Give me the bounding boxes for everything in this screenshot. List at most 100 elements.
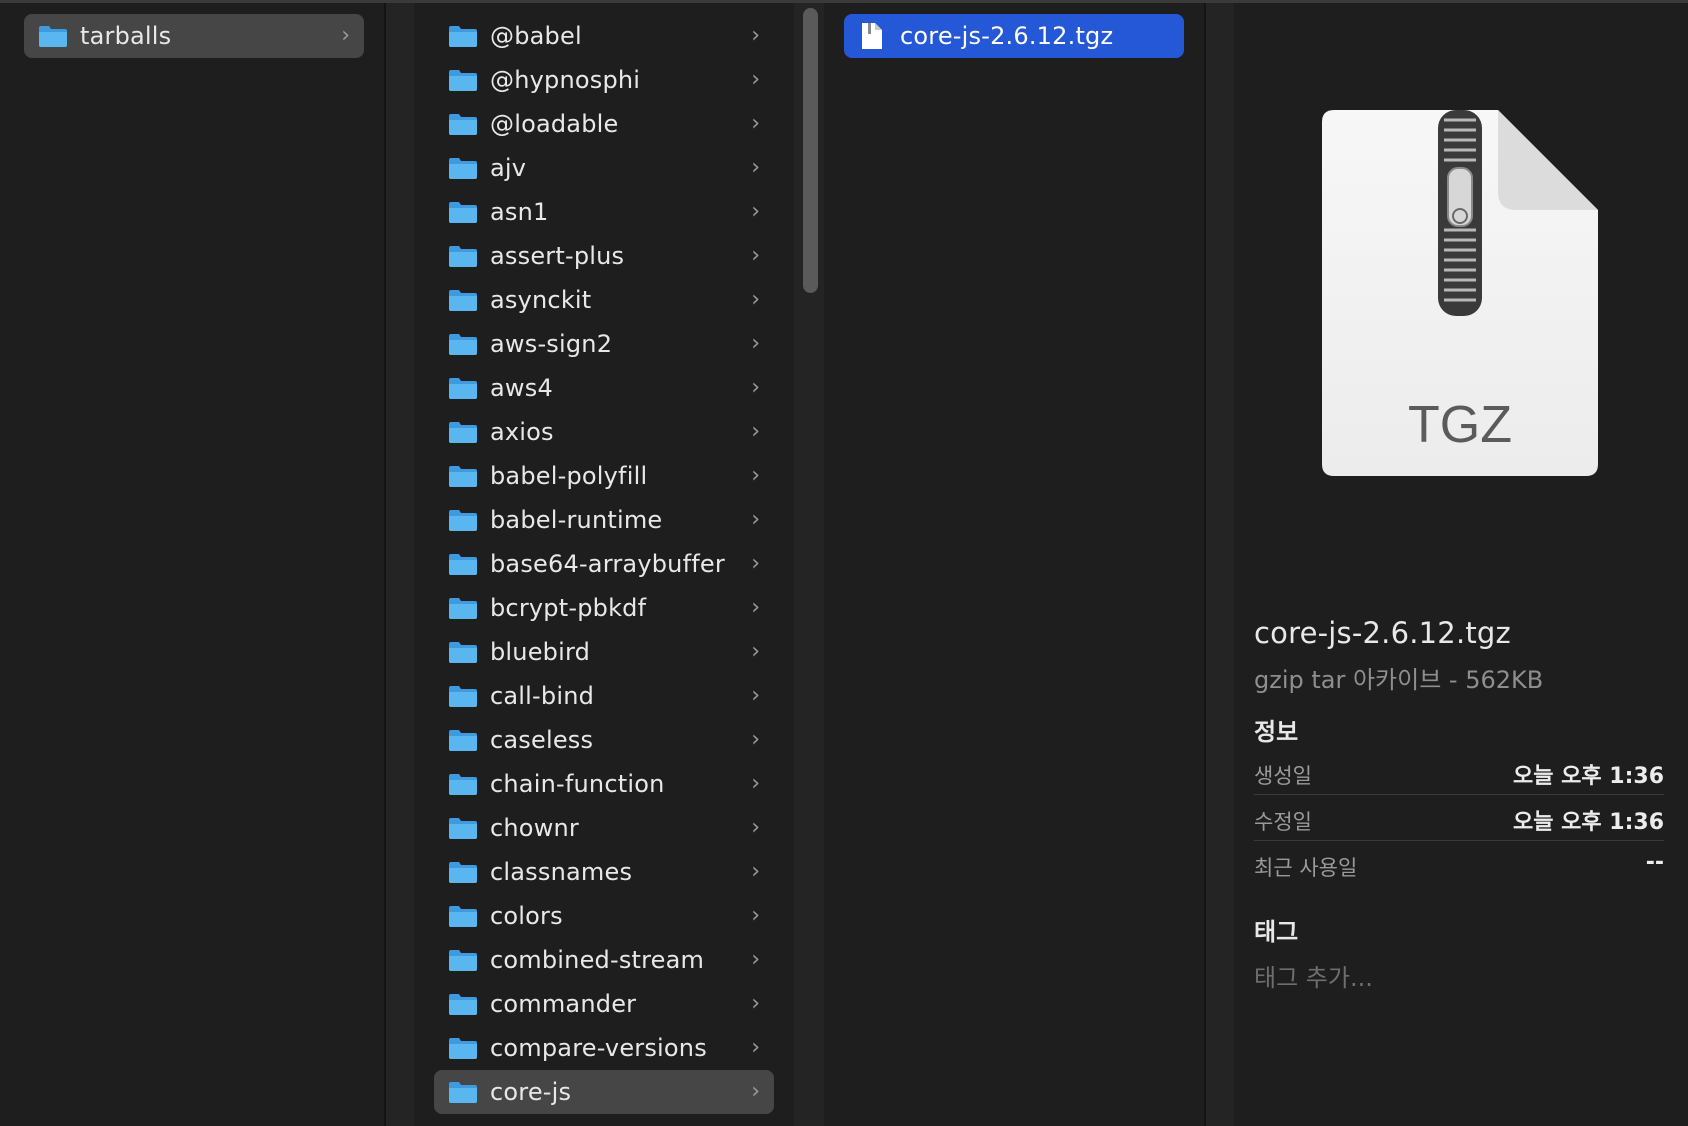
chevron-right-icon: ›: [751, 67, 760, 92]
folder-item[interactable]: classnames ›: [434, 850, 774, 894]
folder-item[interactable]: axios ›: [434, 410, 774, 454]
folder-icon: [449, 598, 477, 619]
folder-icon: [449, 334, 477, 355]
item-label: chain-function: [490, 770, 665, 798]
column-gutter: [1204, 3, 1234, 1126]
folder-item[interactable]: @hypnosphi ›: [434, 58, 774, 102]
folder-icon: [449, 906, 477, 927]
item-label: chownr: [490, 814, 579, 842]
folder-icon: [39, 26, 67, 47]
chevron-right-icon: ›: [341, 23, 350, 48]
folder-item[interactable]: combined-stream ›: [434, 938, 774, 982]
preview-file-kind: gzip tar 아카이브 - 562KB: [1254, 666, 1544, 694]
folder-icon: [449, 26, 477, 47]
chevron-right-icon: ›: [751, 771, 760, 796]
folder-icon: [449, 510, 477, 531]
folder-item[interactable]: chownr ›: [434, 806, 774, 850]
folder-item[interactable]: assert-plus ›: [434, 234, 774, 278]
folder-item[interactable]: @loadable ›: [434, 102, 774, 146]
folder-icon: [449, 246, 477, 267]
finder-column-1[interactable]: tarballs ›: [4, 3, 384, 1126]
column-divider[interactable]: [384, 3, 386, 1126]
folder-item[interactable]: asn1 ›: [434, 190, 774, 234]
add-tag-field[interactable]: 태그 추가...: [1254, 958, 1373, 993]
chevron-right-icon: ›: [751, 419, 760, 444]
file-item-core-js-tgz[interactable]: core-js-2.6.12.tgz: [844, 14, 1184, 58]
info-value: 오늘 오후 1:36: [1513, 764, 1664, 789]
folder-icon: [449, 774, 477, 795]
info-row-last-opened: 최근 사용일 --: [1254, 840, 1664, 886]
finder-column-3[interactable]: core-js-2.6.12.tgz: [824, 3, 1204, 1126]
folder-item[interactable]: call-bind ›: [434, 674, 774, 718]
chevron-right-icon: ›: [751, 155, 760, 180]
folder-item[interactable]: bluebird ›: [434, 630, 774, 674]
chevron-right-icon: ›: [751, 551, 760, 576]
folder-icon: [449, 114, 477, 135]
column-gutter: [384, 3, 414, 1126]
folder-icon: [449, 818, 477, 839]
chevron-right-icon: ›: [751, 991, 760, 1016]
archive-type-label: TGZ: [1408, 396, 1512, 454]
item-label: asynckit: [490, 286, 592, 314]
folder-item[interactable]: aws-sign2 ›: [434, 322, 774, 366]
folder-icon: [449, 158, 477, 179]
document-icon: [862, 23, 882, 49]
item-label: asn1: [490, 198, 549, 226]
folder-icon: [449, 70, 477, 91]
chevron-right-icon: ›: [751, 727, 760, 752]
folder-icon: [449, 994, 477, 1015]
folder-icon: [449, 950, 477, 971]
folder-item[interactable]: bcrypt-pbkdf ›: [434, 586, 774, 630]
folder-icon: [449, 422, 477, 443]
chevron-right-icon: ›: [751, 1079, 760, 1104]
chevron-right-icon: ›: [751, 639, 760, 664]
item-label: compare-versions: [490, 1034, 707, 1062]
folder-item[interactable]: ajv ›: [434, 146, 774, 190]
folder-item[interactable]: colors ›: [434, 894, 774, 938]
folder-icon: [449, 290, 477, 311]
folder-icon: [449, 202, 477, 223]
folder-item[interactable]: compare-versions ›: [434, 1026, 774, 1070]
item-label: bcrypt-pbkdf: [490, 594, 647, 622]
folder-item[interactable]: core-js ›: [434, 1070, 774, 1114]
finder-column-2[interactable]: @babel › @hypnosphi › @loadable › ajv › asn1 › ass…: [414, 3, 794, 1126]
preview-file-name: core-js-2.6.12.tgz: [1254, 616, 1511, 650]
item-label: axios: [490, 418, 554, 446]
folder-item[interactable]: @babel ›: [434, 14, 774, 58]
chevron-right-icon: ›: [751, 815, 760, 840]
folder-item[interactable]: caseless ›: [434, 718, 774, 762]
item-label: assert-plus: [490, 242, 625, 270]
chevron-right-icon: ›: [751, 947, 760, 972]
item-label: base64-arraybuffer: [490, 550, 725, 578]
folder-icon: [449, 378, 477, 399]
chevron-right-icon: ›: [751, 375, 760, 400]
folder-item[interactable]: asynckit ›: [434, 278, 774, 322]
column-divider[interactable]: [1204, 3, 1206, 1126]
info-row-created: 생성일 오늘 오후 1:36: [1254, 748, 1664, 795]
item-label: babel-runtime: [490, 506, 663, 534]
item-label: core-js-2.6.12.tgz: [900, 22, 1114, 50]
folder-item[interactable]: aws4 ›: [434, 366, 774, 410]
chevron-right-icon: ›: [751, 243, 760, 268]
info-key: 최근 사용일: [1254, 856, 1358, 880]
folder-icon: [449, 730, 477, 751]
item-label: @loadable: [490, 110, 619, 138]
item-label: babel-polyfill: [490, 462, 648, 490]
item-label: aws-sign2: [490, 330, 613, 358]
column-item-tarballs[interactable]: tarballs ›: [24, 14, 364, 58]
folder-item[interactable]: commander ›: [434, 982, 774, 1026]
item-label: core-js: [490, 1078, 572, 1106]
folder-item[interactable]: chain-function ›: [434, 762, 774, 806]
folder-icon: [449, 1038, 477, 1059]
chevron-right-icon: ›: [751, 331, 760, 356]
folder-item[interactable]: base64-arraybuffer ›: [434, 542, 774, 586]
info-key: 수정일: [1254, 810, 1312, 834]
folder-item[interactable]: babel-runtime ›: [434, 498, 774, 542]
chevron-right-icon: ›: [751, 903, 760, 928]
info-value: --: [1645, 850, 1664, 875]
info-key: 생성일: [1254, 764, 1312, 788]
vertical-scrollbar[interactable]: [803, 8, 818, 293]
item-label: caseless: [490, 726, 594, 754]
chevron-right-icon: ›: [751, 23, 760, 48]
folder-item[interactable]: babel-polyfill ›: [434, 454, 774, 498]
